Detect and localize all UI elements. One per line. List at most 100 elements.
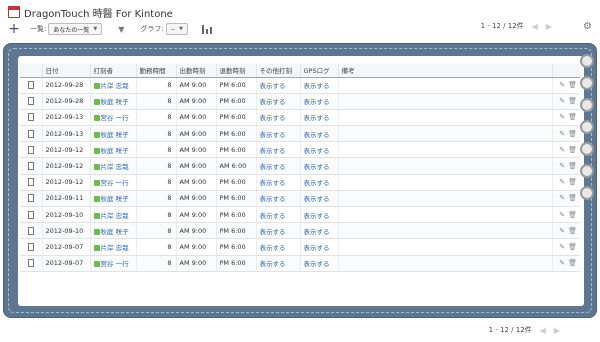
user-link[interactable]: 秋庭 咲子 <box>101 195 129 203</box>
edit-icon[interactable]: ✎ <box>559 211 565 219</box>
record-cell[interactable] <box>20 141 42 159</box>
document-icon[interactable] <box>27 178 34 187</box>
table-row[interactable]: 2012-09-13 秋庭 咲子 8 AM 9:00 PM 6:00 表示する 表示する ✎ 🗑 <box>20 125 580 143</box>
trash-icon[interactable]: 🗑 <box>568 97 577 105</box>
document-icon[interactable] <box>27 210 34 219</box>
edit-icon[interactable]: ✎ <box>559 146 565 154</box>
trash-icon[interactable]: 🗑 <box>568 162 577 170</box>
document-icon[interactable] <box>27 145 34 154</box>
document-icon[interactable] <box>27 162 34 171</box>
user-link[interactable]: 片岸 忠哉 <box>101 163 129 171</box>
header-clock-out[interactable]: 退勤時刻 <box>215 64 256 78</box>
document-icon[interactable] <box>27 259 34 268</box>
document-icon[interactable] <box>27 113 34 122</box>
gps-link[interactable]: 表示する <box>304 228 330 236</box>
header-clock-in[interactable]: 出勤時刻 <box>175 64 216 78</box>
funnel-icon[interactable]: ▼ <box>118 25 124 34</box>
trash-icon[interactable]: 🗑 <box>568 113 577 121</box>
trash-icon[interactable]: 🗑 <box>568 227 577 235</box>
edit-icon[interactable]: ✎ <box>559 97 565 105</box>
document-icon[interactable] <box>27 226 34 235</box>
header-hours[interactable]: 勤務時間 <box>135 64 176 78</box>
edit-icon[interactable]: ✎ <box>559 194 565 202</box>
edit-icon[interactable]: ✎ <box>559 243 565 251</box>
graph-select[interactable]: -- ▼ <box>165 23 188 35</box>
record-cell[interactable] <box>20 93 42 110</box>
document-icon[interactable] <box>27 81 34 90</box>
table-row[interactable]: 2012-09-12 秋庭 咲子 8 AM 9:00 PM 6:00 表示する 表示する ✎ 🗑 <box>20 141 580 159</box>
record-cell[interactable] <box>20 125 42 143</box>
table-row[interactable]: 2012-09-28 秋庭 咲子 8 AM 9:00 PM 6:00 表示する 表示する ✎ 🗑 <box>20 93 580 110</box>
other-link[interactable]: 表示する <box>260 260 286 268</box>
table-row[interactable]: 2012-09-10 秋庭 咲子 8 AM 9:00 PM 6:00 表示する 表示する ✎ 🗑 <box>20 222 580 240</box>
trash-icon[interactable]: 🗑 <box>568 178 577 186</box>
record-cell[interactable] <box>20 174 42 191</box>
other-link[interactable]: 表示する <box>260 131 286 139</box>
record-cell[interactable] <box>20 109 42 127</box>
gps-link[interactable]: 表示する <box>304 212 330 220</box>
user-link[interactable]: 宮谷 一行 <box>101 179 129 187</box>
trash-icon[interactable]: 🗑 <box>568 259 577 267</box>
gps-link[interactable]: 表示する <box>304 244 330 252</box>
gps-link[interactable]: 表示する <box>304 131 330 139</box>
prev-page-icon[interactable]: ◀ <box>540 326 546 335</box>
record-cell[interactable] <box>20 255 42 272</box>
other-link[interactable]: 表示する <box>260 114 286 122</box>
record-cell[interactable] <box>20 190 42 208</box>
edit-icon[interactable]: ✎ <box>559 162 565 170</box>
gps-link[interactable]: 表示する <box>304 163 330 171</box>
table-row[interactable]: 2012-09-07 宮谷 一行 8 AM 9:00 PM 6:00 表示する 表示する ✎ 🗑 <box>20 255 580 272</box>
user-link[interactable]: 秋庭 咲子 <box>101 147 129 155</box>
other-link[interactable]: 表示する <box>260 163 286 171</box>
trash-icon[interactable]: 🗑 <box>568 130 577 138</box>
document-icon[interactable] <box>27 194 34 203</box>
gps-link[interactable]: 表示する <box>304 179 330 187</box>
table-row[interactable]: 2012-09-11 秋庭 咲子 8 AM 9:00 PM 6:00 表示する 表示する ✎ 🗑 <box>20 190 580 208</box>
edit-icon[interactable]: ✎ <box>559 113 565 121</box>
other-link[interactable]: 表示する <box>260 212 286 220</box>
gps-link[interactable]: 表示する <box>304 98 330 106</box>
header-notes[interactable]: 備考 <box>337 64 552 78</box>
bar-chart-icon[interactable] <box>201 24 214 34</box>
edit-icon[interactable]: ✎ <box>559 259 565 267</box>
other-link[interactable]: 表示する <box>260 98 286 106</box>
other-link[interactable]: 表示する <box>260 244 286 252</box>
user-link[interactable]: 宮谷 一行 <box>101 114 129 122</box>
other-link[interactable]: 表示する <box>260 228 286 236</box>
document-icon[interactable] <box>27 242 34 251</box>
document-icon[interactable] <box>27 129 34 138</box>
gps-link[interactable]: 表示する <box>304 195 330 203</box>
table-row[interactable]: 2012-09-12 片岸 忠哉 8 AM 9:00 AM 6:00 表示する 表示する ✎ 🗑 <box>20 157 580 175</box>
record-cell[interactable] <box>20 157 42 175</box>
table-row[interactable]: 2012-09-10 片岸 忠哉 8 AM 9:00 PM 6:00 表示する 表示する ✎ 🗑 <box>20 206 580 224</box>
trash-icon[interactable]: 🗑 <box>568 211 577 219</box>
user-link[interactable]: 秋庭 咲子 <box>101 131 129 139</box>
record-cell[interactable] <box>20 222 42 240</box>
user-link[interactable]: 片岸 忠哉 <box>101 244 129 252</box>
user-link[interactable]: 秋庭 咲子 <box>101 228 129 236</box>
table-row[interactable]: 2012-09-12 宮谷 一行 8 AM 9:00 PM 6:00 表示する 表示する ✎ 🗑 <box>20 174 580 191</box>
table-row[interactable]: 2012-09-13 宮谷 一行 8 AM 9:00 PM 6:00 表示する 表示する ✎ 🗑 <box>20 109 580 127</box>
header-user[interactable]: 打刻者 <box>89 64 136 78</box>
user-link[interactable]: 宮谷 一行 <box>101 260 129 268</box>
add-record-button[interactable]: + <box>8 22 20 36</box>
next-page-icon[interactable]: ▶ <box>554 326 560 335</box>
gear-icon[interactable]: ⚙ <box>583 21 592 32</box>
user-link[interactable]: 秋庭 咲子 <box>101 98 129 106</box>
record-cell[interactable] <box>20 238 42 256</box>
edit-icon[interactable]: ✎ <box>559 178 565 186</box>
record-cell[interactable] <box>20 206 42 224</box>
next-page-icon[interactable]: ▶ <box>546 22 552 31</box>
trash-icon[interactable]: 🗑 <box>568 194 577 202</box>
user-link[interactable]: 片岸 忠哉 <box>101 212 129 220</box>
other-link[interactable]: 表示する <box>260 147 286 155</box>
trash-icon[interactable]: 🗑 <box>568 243 577 251</box>
document-icon[interactable] <box>27 97 34 106</box>
table-row[interactable]: 2012-09-28 片岸 忠哉 8 AM 9:00 PM 6:00 表示する 表示する ✎ 🗑 <box>20 77 580 94</box>
header-other[interactable]: その他打刻 <box>255 64 300 78</box>
table-row[interactable]: 2012-09-07 片岸 忠哉 8 AM 9:00 PM 6:00 表示する 表示する ✎ 🗑 <box>20 238 580 256</box>
edit-icon[interactable]: ✎ <box>559 227 565 235</box>
edit-icon[interactable]: ✎ <box>559 130 565 138</box>
gps-link[interactable]: 表示する <box>304 260 330 268</box>
trash-icon[interactable]: 🗑 <box>568 146 577 154</box>
